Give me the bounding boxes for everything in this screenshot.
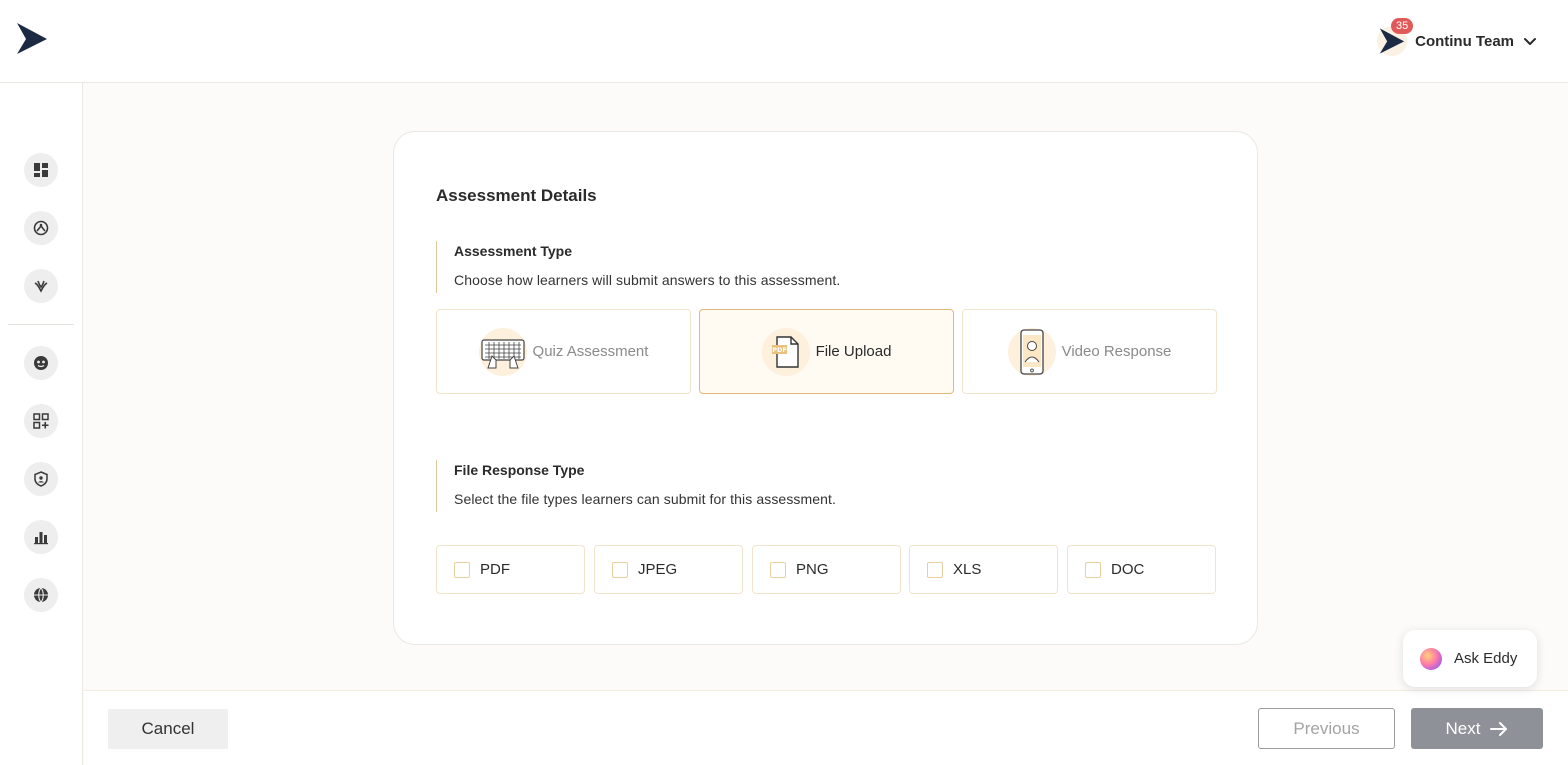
dashboard-icon [34,163,48,177]
section-title: Assessment Type [454,243,573,259]
next-button[interactable]: Next [1411,708,1543,749]
file-type-label: PDF [480,561,510,578]
user-name[interactable]: Continu Team [1415,33,1514,50]
continu-logo-icon[interactable] [16,22,48,55]
type-option-label: Video Response [1061,343,1172,360]
file-type-label: XLS [953,561,982,578]
file-response-type-section: File Response Type Select the file types… [436,460,836,512]
type-option-label: Quiz Assessment [532,343,649,360]
ask-eddy-button[interactable]: Ask Eddy [1403,630,1537,687]
section-description: Choose how learners will submit answers … [454,272,841,288]
type-option-quiz[interactable]: Quiz Assessment [436,309,691,394]
eddy-orb-icon [1420,647,1442,670]
sidebar-divider [8,324,74,325]
type-option-label: File Upload [815,343,892,360]
top-bar: 35 Continu Team [0,0,1568,83]
file-type-png[interactable]: PNG [752,545,901,594]
ask-eddy-label: Ask Eddy [1454,650,1518,667]
chevron-down-icon[interactable] [1522,33,1538,49]
cancel-button[interactable]: Cancel [108,709,228,749]
file-type-xls[interactable]: XLS [909,545,1058,594]
footer-bar: Cancel Previous Next [84,690,1568,765]
type-option-file-upload[interactable]: PDF File Upload [699,309,954,394]
file-type-jpeg[interactable]: JPEG [594,545,743,594]
sidebar-item-explore[interactable] [24,211,58,245]
next-button-label: Next [1445,718,1481,738]
pdf-file-icon: PDF [761,327,810,376]
sidebar-item-dashboard[interactable] [24,153,58,187]
keyboard-icon [478,327,527,376]
file-type-pdf[interactable]: PDF [436,545,585,594]
checkbox[interactable] [612,561,628,578]
section-title: File Response Type [454,462,585,478]
sidebar-item-people[interactable] [24,346,58,380]
checkbox[interactable] [454,561,470,578]
file-type-doc[interactable]: DOC [1067,545,1216,594]
file-type-label: DOC [1111,561,1145,578]
analytics-icon [34,532,48,545]
previous-button[interactable]: Previous [1258,708,1395,749]
checkbox[interactable] [1085,561,1101,578]
svg-text:PDF: PDF [772,346,787,354]
type-option-video-response[interactable]: Video Response [962,309,1217,394]
sidebar-item-analytics[interactable] [24,520,58,554]
sidebar-item-catalog[interactable] [24,404,58,438]
sidebar-item-admin[interactable] [24,462,58,496]
add-widget-icon [33,413,49,429]
assessment-details-card: Assessment Details Assessment Type Choos… [393,131,1258,645]
card-title: Assessment Details [436,186,597,205]
file-type-label: JPEG [638,561,678,578]
file-type-label: PNG [796,561,829,578]
checkbox[interactable] [770,561,786,578]
avatar: 35 [1377,18,1414,56]
arrow-right-icon [1490,721,1508,736]
sidebar-item-global[interactable] [24,578,58,612]
notification-badge[interactable]: 35 [1391,18,1414,34]
phone-video-icon [1007,327,1056,376]
checkbox[interactable] [927,561,943,578]
user-menu[interactable]: 35 Continu Team [1377,18,1538,60]
sidebar-item-learning[interactable] [24,269,58,303]
assessment-type-section: Assessment Type Choose how learners will… [436,241,840,293]
learning-icon [34,280,48,293]
sidebar [0,83,83,765]
globe-icon [34,587,48,603]
face-icon [34,356,48,370]
explore-icon [33,220,49,236]
section-description: Select the file types learners can submi… [454,491,837,507]
admin-shield-icon [34,471,48,487]
